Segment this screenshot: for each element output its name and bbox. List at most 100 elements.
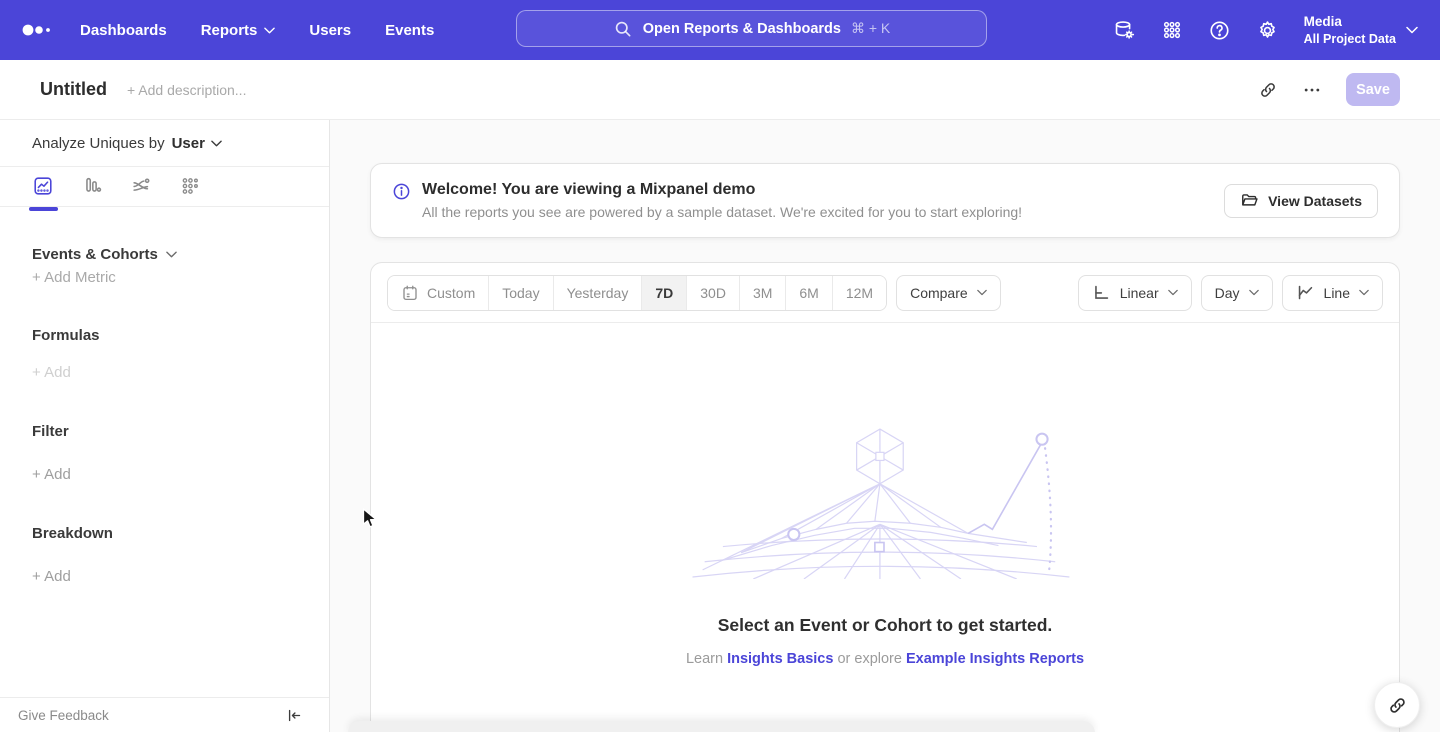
view-datasets-label: View Datasets: [1268, 193, 1362, 209]
nav-reports[interactable]: Reports: [201, 22, 276, 39]
apps-grid-icon[interactable]: [1161, 19, 1183, 41]
nav-dashboards[interactable]: Dashboards: [80, 22, 167, 39]
add-metric-button[interactable]: + Add Metric: [32, 269, 116, 286]
banner-message: All the reports you see are powered by a…: [422, 204, 1022, 220]
compare-dropdown[interactable]: Compare: [896, 275, 1001, 311]
search-shortcut: ⌘ + K: [851, 20, 890, 37]
analyze-row: Analyze Uniques by User: [0, 120, 329, 167]
tab-insights-chart[interactable]: [32, 171, 54, 203]
range-12m[interactable]: 12M: [833, 276, 886, 310]
mixpanel-logo-icon[interactable]: [22, 22, 54, 38]
project-switcher[interactable]: Media All Project Data: [1304, 13, 1418, 47]
empty-state-title: Select an Event or Cohort to get started…: [371, 615, 1399, 636]
scale-label: Linear: [1120, 285, 1159, 301]
range-today[interactable]: Today: [489, 276, 553, 310]
filter-section-title: Filter: [32, 423, 69, 440]
scale-dropdown[interactable]: Linear: [1078, 275, 1192, 311]
chart-toolbar: Custom Today Yesterday 7D 30D 3M 6M 12M …: [371, 263, 1399, 323]
learn-prefix: Learn: [686, 651, 723, 667]
tab-retention-grid[interactable]: [179, 171, 201, 203]
events-cohorts-label: Events & Cohorts: [32, 246, 158, 263]
add-breakdown-label: + Add: [32, 568, 71, 585]
share-link-floating-button[interactable]: [1374, 682, 1420, 728]
bottom-panel-peek[interactable]: [348, 721, 1095, 732]
more-ellipsis-icon[interactable]: [1302, 80, 1322, 100]
query-sidebar: Analyze Uniques by User: [0, 120, 330, 732]
nav-events-label: Events: [385, 22, 434, 39]
help-icon[interactable]: [1208, 19, 1231, 42]
chevron-down-icon: [1406, 26, 1418, 34]
collapse-sidebar-icon[interactable]: [285, 707, 302, 724]
report-description-placeholder[interactable]: + Add description...: [127, 82, 246, 98]
add-breakdown-button[interactable]: + Add: [32, 568, 71, 585]
breakdown-section-title: Breakdown: [32, 525, 113, 542]
chevron-down-icon: [264, 27, 275, 34]
search-icon: [613, 19, 633, 39]
project-scope: All Project Data: [1304, 31, 1396, 47]
chart-type-label: Line: [1324, 285, 1350, 301]
add-filter-label: + Add: [32, 466, 71, 483]
report-title[interactable]: Untitled: [40, 79, 107, 100]
copy-link-icon[interactable]: [1258, 80, 1278, 100]
range-6m[interactable]: 6M: [786, 276, 832, 310]
range-7d[interactable]: 7D: [642, 276, 687, 310]
date-range-control: Custom Today Yesterday 7D 30D 3M 6M 12M: [387, 275, 887, 311]
add-metric-label: + Add Metric: [32, 269, 116, 286]
nav-right: Media All Project Data: [1113, 0, 1418, 60]
primary-nav: Dashboards Reports Users Events: [80, 0, 434, 60]
nav-reports-label: Reports: [201, 22, 258, 39]
settings-gear-icon[interactable]: [1256, 19, 1279, 42]
banner-title: Welcome! You are viewing a Mixpanel demo: [422, 181, 1022, 199]
chart-card: Custom Today Yesterday 7D 30D 3M 6M 12M …: [370, 262, 1400, 732]
give-feedback-link[interactable]: Give Feedback: [18, 708, 109, 723]
range-custom-label: Custom: [427, 285, 475, 301]
example-reports-link[interactable]: Example Insights Reports: [906, 651, 1084, 667]
folder-icon: [1240, 191, 1259, 210]
nav-dashboards-label: Dashboards: [80, 22, 167, 39]
top-nav: Dashboards Reports Users Events Open Rep…: [0, 0, 1440, 60]
nav-users[interactable]: Users: [309, 22, 351, 39]
add-filter-button[interactable]: + Add: [32, 466, 71, 483]
compare-label: Compare: [910, 285, 968, 301]
sidebar-footer: Give Feedback: [0, 697, 329, 732]
global-search[interactable]: Open Reports & Dashboards ⌘ + K: [516, 10, 987, 47]
add-formula-label: + Add: [32, 364, 71, 381]
range-30d[interactable]: 30D: [687, 276, 740, 310]
interval-dropdown[interactable]: Day: [1201, 275, 1273, 311]
nav-users-label: Users: [309, 22, 351, 39]
visualization-tabs: [0, 167, 329, 207]
demo-banner: Welcome! You are viewing a Mixpanel demo…: [370, 163, 1400, 238]
range-custom[interactable]: Custom: [388, 276, 489, 310]
search-placeholder: Open Reports & Dashboards: [643, 21, 841, 37]
data-management-icon[interactable]: [1113, 19, 1136, 42]
analyze-prefix: Analyze Uniques by: [32, 135, 165, 152]
info-icon: [392, 182, 411, 201]
empty-state-illustration: [693, 427, 1078, 579]
chevron-down-icon: [977, 289, 987, 296]
nav-events[interactable]: Events: [385, 22, 434, 39]
chart-type-dropdown[interactable]: Line: [1282, 275, 1383, 311]
tab-bar-chart[interactable]: [81, 171, 103, 203]
main-content: Welcome! You are viewing a Mixpanel demo…: [330, 120, 1440, 732]
formulas-section-title: Formulas: [32, 327, 100, 344]
tab-flows[interactable]: [130, 171, 152, 203]
chevron-down-icon: [1249, 289, 1259, 296]
calendar-icon: [401, 284, 419, 302]
analyze-entity-dropdown[interactable]: User: [172, 135, 222, 152]
range-3m[interactable]: 3M: [740, 276, 786, 310]
report-header: Untitled + Add description... Save: [0, 60, 1440, 120]
insights-basics-link[interactable]: Insights Basics: [727, 651, 833, 667]
events-cohorts-header[interactable]: Events & Cohorts: [32, 246, 177, 263]
chevron-down-icon: [1359, 289, 1369, 296]
project-name: Media: [1304, 13, 1396, 31]
interval-label: Day: [1215, 285, 1240, 301]
save-button[interactable]: Save: [1346, 73, 1400, 106]
line-chart-icon: [1296, 283, 1315, 302]
range-yesterday[interactable]: Yesterday: [554, 276, 643, 310]
add-formula-button[interactable]: + Add: [32, 364, 71, 381]
view-datasets-button[interactable]: View Datasets: [1224, 184, 1378, 218]
linear-axis-icon: [1092, 283, 1111, 302]
middle-text: or explore: [837, 651, 901, 667]
analyze-entity-value: User: [172, 135, 205, 152]
empty-state-links: Learn Insights Basics or explore Example…: [371, 651, 1399, 667]
